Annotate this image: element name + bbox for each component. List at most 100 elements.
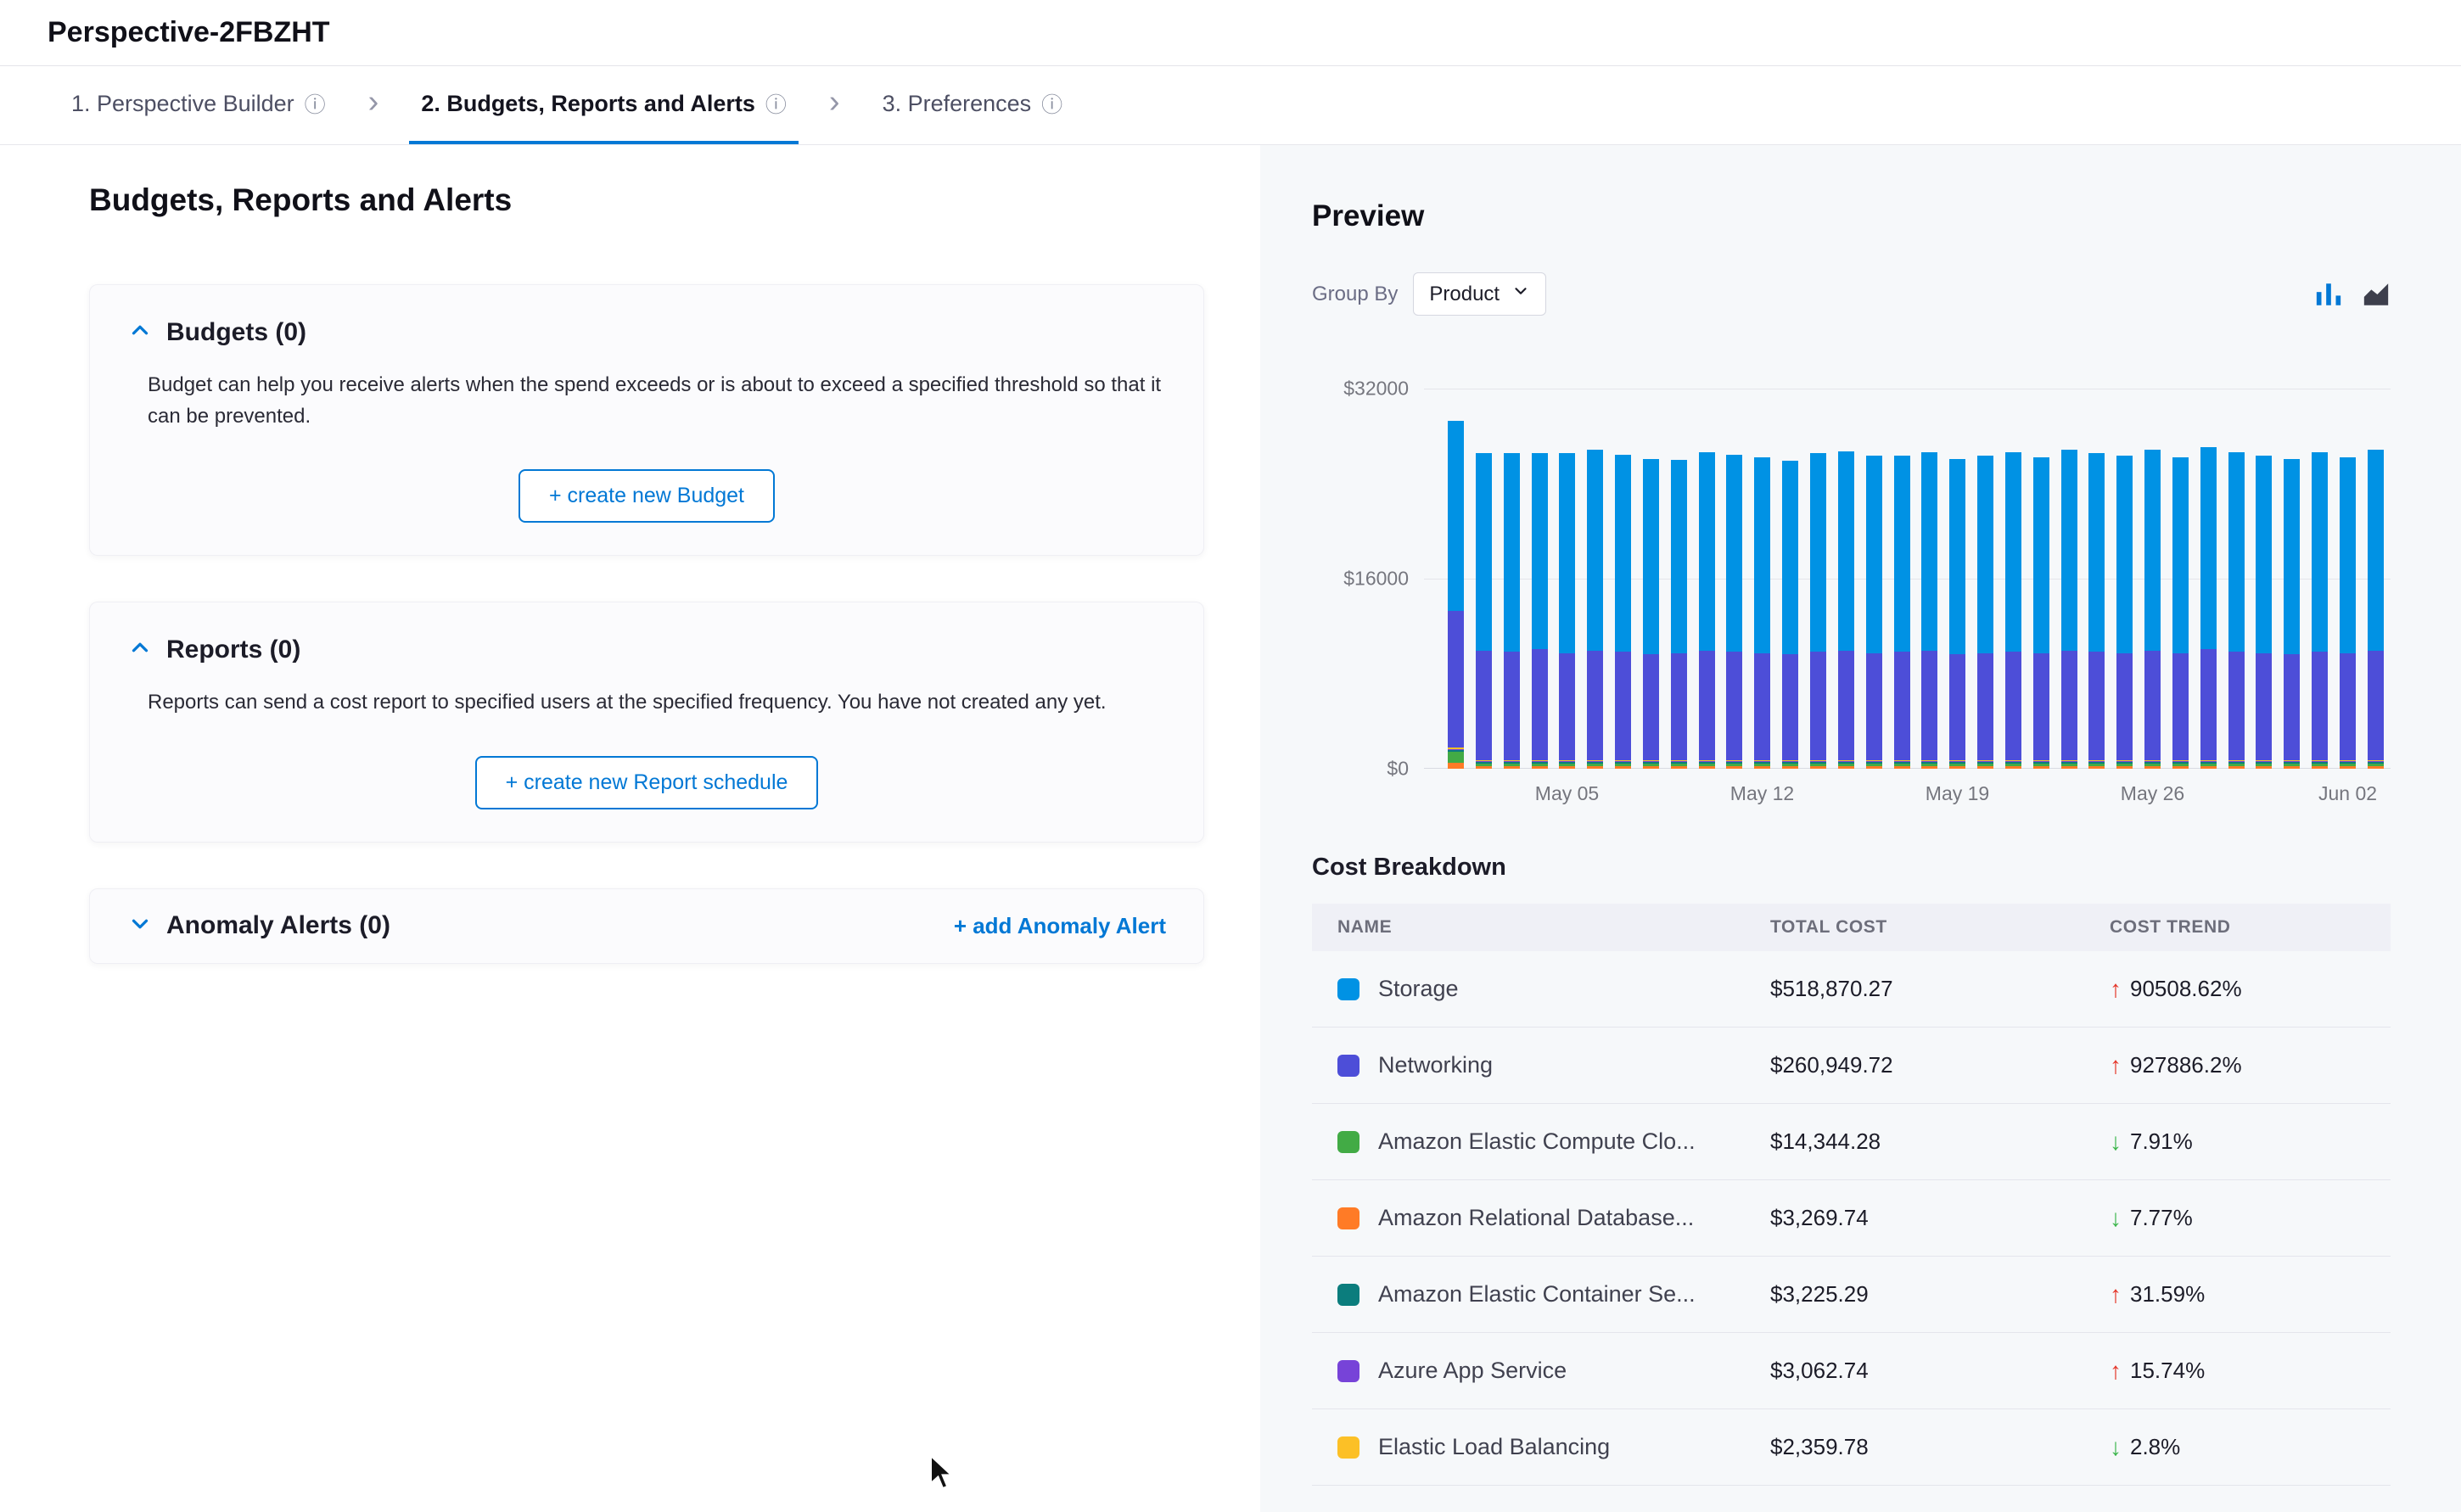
chart-plot: [1424, 389, 2391, 769]
add-anomaly-alert-link[interactable]: + add Anomaly Alert: [954, 913, 1166, 939]
row-name: Amazon Elastic Compute Clo...: [1378, 1128, 1696, 1155]
trend-up-arrow-icon: ↑: [2110, 1052, 2122, 1079]
trend-down-arrow-icon: ↓: [2110, 1128, 2122, 1156]
row-total-cost: $3,062.74: [1770, 1358, 2110, 1384]
trend-up-arrow-icon: ↑: [2110, 1281, 2122, 1308]
anomaly-alerts-card-header[interactable]: Anomaly Alerts (0): [127, 911, 390, 941]
budgets-card-title: Budgets (0): [166, 318, 306, 347]
table-row[interactable]: Elastic Load Balancing $2,359.78↓2.8%: [1312, 1409, 2391, 1486]
chart-bar[interactable]: [1615, 455, 1631, 769]
row-name: Storage: [1378, 976, 1459, 1002]
trend-percent: 31.59%: [2130, 1281, 2205, 1308]
tab-perspective-builder[interactable]: 1. Perspective Builder ⓘ: [59, 66, 338, 144]
table-row[interactable]: Amazon Relational Database...$3,269.74↓7…: [1312, 1180, 2391, 1257]
chart-bar[interactable]: [1448, 421, 1464, 769]
chart-bar[interactable]: [2368, 450, 2384, 769]
chart-bar[interactable]: [1810, 453, 1826, 769]
reports-card-header[interactable]: Reports (0): [127, 635, 1166, 664]
chart-bar[interactable]: [2200, 447, 2217, 769]
x-axis-label: Jun 02: [2318, 782, 2377, 805]
row-cost-trend: ↑ 31.59%: [2110, 1281, 2391, 1308]
chart-bar[interactable]: [1587, 450, 1603, 769]
chart-bar[interactable]: [2284, 459, 2300, 769]
chart-bar[interactable]: [1699, 452, 1715, 769]
group-by-row: Group By Product: [1312, 272, 2391, 316]
row-name: Networking: [1378, 1052, 1493, 1078]
chart-bar[interactable]: [1643, 459, 1659, 769]
info-icon: ⓘ: [1041, 88, 1062, 119]
cost-breakdown-title: Cost Breakdown: [1312, 854, 2391, 882]
chart-bar[interactable]: [1532, 453, 1548, 769]
row-name: Elastic Load Balancing: [1378, 1434, 1610, 1460]
table-row[interactable]: Azure App Service$3,062.74↑15.74%: [1312, 1333, 2391, 1409]
chart-bar[interactable]: [2172, 457, 2189, 769]
chevron-up-icon: [127, 317, 153, 347]
create-budget-button[interactable]: + create new Budget: [519, 469, 775, 523]
page-header: Perspective-2FBZHT: [0, 0, 2461, 66]
chart-bar[interactable]: [2116, 456, 2133, 769]
chart-bar[interactable]: [2088, 453, 2105, 769]
wizard-tabbar: 1. Perspective Builder ⓘ › 2. Budgets, R…: [0, 66, 2461, 145]
create-report-schedule-button[interactable]: + create new Report schedule: [475, 756, 819, 809]
cost-breakdown-body: Storage$518,870.27↑90508.62%Networking$2…: [1312, 951, 2391, 1486]
table-row[interactable]: Storage $518,870.27↑ 90508.62%: [1312, 951, 2391, 1028]
table-row[interactable]: Amazon Elastic Compute Clo...$14,344.28↓…: [1312, 1104, 2391, 1180]
tab-label: 1. Perspective Builder: [71, 91, 294, 117]
table-row[interactable]: Amazon Elastic Container Se... $3,225.29↑…: [1312, 1257, 2391, 1333]
chart-bar[interactable]: [1949, 459, 1965, 769]
table-row[interactable]: Networking$260,949.72↑927886.2%: [1312, 1028, 2391, 1104]
chart-bar[interactable]: [2005, 452, 2021, 769]
group-by-select[interactable]: Product: [1413, 272, 1546, 316]
chart-bar[interactable]: [1838, 451, 1854, 769]
chart-bar[interactable]: [2144, 450, 2161, 769]
row-cost-trend: ↑ 90508.62%: [2110, 976, 2391, 1003]
series-color-swatch: [1337, 1131, 1359, 1153]
row-total-cost: $3,225.29: [1770, 1281, 2110, 1308]
row-cost-trend: ↓2.8%: [2110, 1434, 2391, 1461]
budgets-description: Budget can help you receive alerts when …: [148, 369, 1166, 432]
chart-bar[interactable]: [2061, 450, 2077, 769]
chart-bar[interactable]: [1977, 456, 1993, 769]
chart-bar[interactable]: [1782, 461, 1798, 769]
y-axis-label: $16000: [1343, 568, 1409, 591]
trend-down-arrow-icon: ↓: [2110, 1434, 2122, 1461]
series-color-swatch: [1337, 978, 1359, 1000]
row-name: Amazon Elastic Container Se...: [1378, 1281, 1696, 1308]
anomaly-alerts-card: Anomaly Alerts (0) + add Anomaly Alert: [89, 888, 1204, 964]
tab-budgets-reports-alerts[interactable]: 2. Budgets, Reports and Alerts ⓘ: [409, 66, 799, 144]
cost-breakdown-table: NAME TOTAL COST COST TREND Storage$518,8…: [1312, 904, 2391, 1486]
info-icon: ⓘ: [305, 88, 326, 119]
group-by-value: Product: [1429, 283, 1500, 306]
series-color-swatch: [1337, 1436, 1359, 1459]
x-axis-label: May 05: [1535, 782, 1599, 805]
trend-percent: 90508.62%: [2130, 976, 2242, 1002]
chart-bar[interactable]: [1921, 452, 1937, 769]
budgets-card-header[interactable]: Budgets (0): [127, 317, 1166, 347]
reports-description: Reports can send a cost report to specif…: [148, 686, 1166, 718]
chart-bar[interactable]: [2312, 452, 2328, 769]
chart-bar[interactable]: [1671, 460, 1687, 769]
tab-preferences[interactable]: 3. Preferences ⓘ: [871, 66, 1075, 144]
chart-bar[interactable]: [2340, 457, 2356, 769]
chart-bar[interactable]: [2228, 452, 2245, 769]
bar-chart-icon[interactable]: [2314, 280, 2343, 309]
chevron-down-icon: [127, 911, 153, 941]
chart-bar[interactable]: [1894, 456, 1910, 769]
chart-bar[interactable]: [2256, 456, 2272, 769]
chart-bar[interactable]: [1726, 455, 1742, 769]
chart-bar[interactable]: [2033, 457, 2049, 769]
chevron-right-icon: ›: [829, 66, 840, 144]
trend-down-arrow-icon: ↓: [2110, 1205, 2122, 1232]
trend-percent: 927886.2%: [2130, 1052, 2242, 1078]
row-total-cost: $2,359.78: [1770, 1434, 2110, 1460]
group-by-label: Group By: [1312, 283, 1398, 306]
chart-bar[interactable]: [1754, 457, 1770, 769]
area-chart-icon[interactable]: [2362, 280, 2391, 309]
chart-bar[interactable]: [1866, 456, 1882, 769]
y-axis-label: $32000: [1343, 378, 1409, 400]
trend-up-arrow-icon: ↑: [2110, 976, 2122, 1003]
row-total-cost: $518,870.27: [1770, 976, 2110, 1002]
chart-bar[interactable]: [1504, 453, 1520, 769]
chart-bar[interactable]: [1476, 453, 1492, 769]
chart-bar[interactable]: [1559, 453, 1575, 769]
